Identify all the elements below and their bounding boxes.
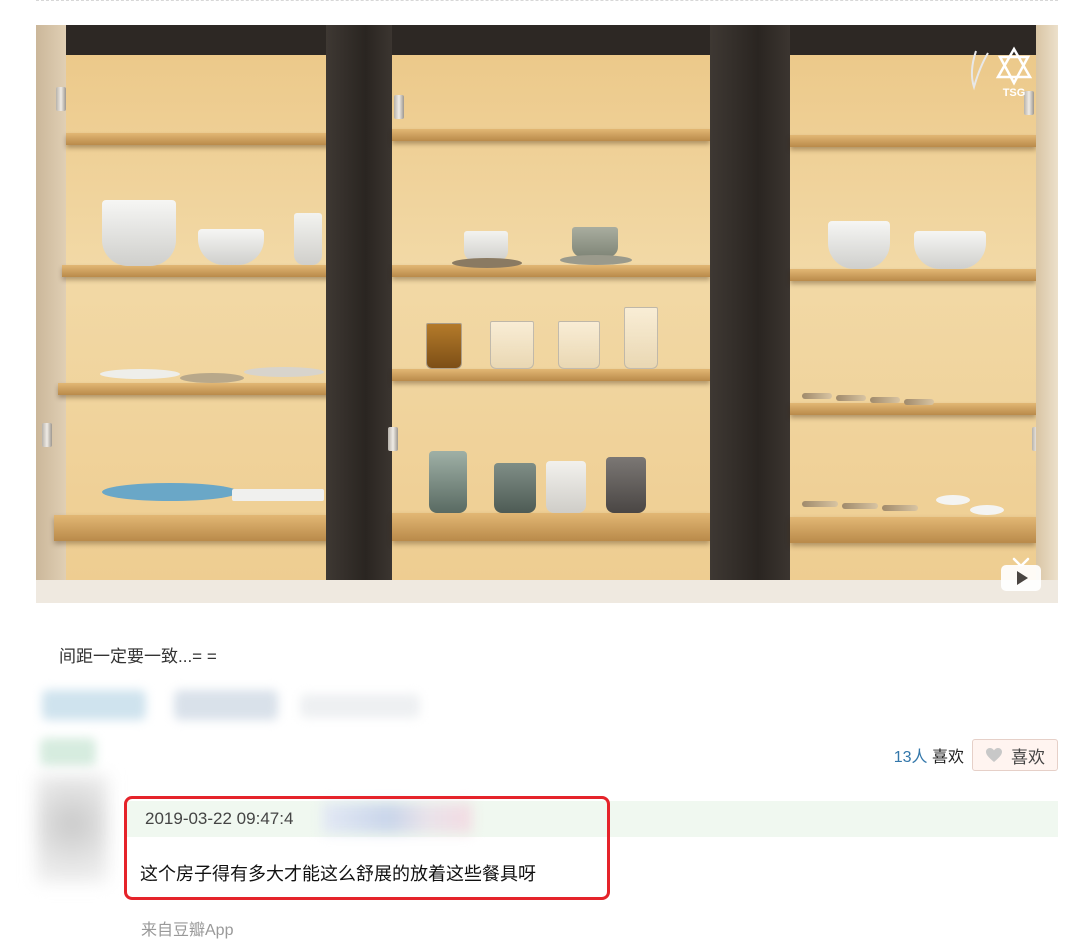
- shelf: [58, 383, 356, 395]
- spoon: [802, 501, 838, 507]
- redacted-tag: [300, 694, 420, 718]
- like-button[interactable]: 喜欢: [972, 739, 1058, 771]
- shelf: [392, 265, 710, 277]
- amber-glass: [426, 323, 462, 369]
- shelf: [790, 135, 1036, 147]
- likes-area: 13人 喜欢 喜欢: [894, 739, 1058, 771]
- spoon: [882, 505, 918, 511]
- hinge: [56, 87, 66, 111]
- likes-count: 13人 喜欢: [894, 743, 964, 767]
- cabinet-top: [36, 25, 1058, 55]
- mug: [429, 451, 467, 513]
- plate: [100, 369, 180, 379]
- spoon: [802, 393, 832, 399]
- hinge: [42, 423, 52, 447]
- redacted-tag: [42, 690, 146, 720]
- spoon: [842, 503, 878, 509]
- glass: [624, 307, 658, 369]
- glass: [558, 321, 600, 369]
- rest: [936, 495, 970, 505]
- logo-text: TSG: [1003, 87, 1026, 99]
- shelf: [54, 515, 356, 541]
- like-button-label: 喜欢: [1011, 747, 1045, 767]
- bowl: [828, 221, 890, 269]
- cabinet-base: [36, 580, 1058, 603]
- spoon: [836, 395, 866, 401]
- hinge: [394, 95, 404, 119]
- shelf: [62, 265, 356, 277]
- teacup: [464, 231, 508, 261]
- shelf: [66, 133, 356, 145]
- shelf: [790, 517, 1036, 543]
- plate: [244, 367, 324, 377]
- bowl-stack: [102, 200, 176, 266]
- cabinet-scene: [36, 25, 1058, 603]
- rest: [970, 505, 1004, 515]
- cabinet-door: [710, 25, 790, 603]
- highlight-box: [124, 796, 610, 900]
- spoon: [870, 397, 900, 403]
- saucer: [560, 255, 632, 265]
- video-tv-icon[interactable]: [998, 557, 1044, 593]
- plate: [180, 373, 244, 383]
- shelf: [392, 513, 710, 541]
- plate: [232, 489, 324, 501]
- shelf: [392, 129, 710, 141]
- bowl: [914, 231, 986, 269]
- shelf: [790, 269, 1036, 281]
- saucer: [452, 258, 522, 268]
- glass: [490, 321, 534, 369]
- video-frame[interactable]: TSG: [36, 25, 1058, 603]
- right-wall: [1036, 25, 1058, 603]
- avatar[interactable]: [36, 775, 108, 883]
- teacup: [572, 227, 618, 257]
- likes-count-link[interactable]: 13人: [894, 749, 928, 766]
- post-caption: 间距一定要一致...= =: [59, 647, 217, 666]
- comment-source: 来自豆瓣App: [141, 922, 234, 939]
- teapot: [606, 457, 646, 513]
- cup-stack: [294, 213, 322, 265]
- cabinet-door: [326, 25, 392, 603]
- redacted-tag: [174, 690, 278, 720]
- redacted-tag: [40, 738, 96, 766]
- mug: [494, 463, 536, 513]
- spoon: [904, 399, 934, 405]
- hinge: [388, 427, 398, 451]
- heart-icon: [986, 748, 1002, 762]
- shelf: [392, 369, 710, 381]
- blue-plate: [102, 483, 238, 501]
- top-divider: [36, 0, 1058, 1]
- mug: [546, 461, 586, 513]
- likes-count-suffix: 喜欢: [927, 749, 964, 766]
- channel-logo: TSG: [970, 46, 1033, 99]
